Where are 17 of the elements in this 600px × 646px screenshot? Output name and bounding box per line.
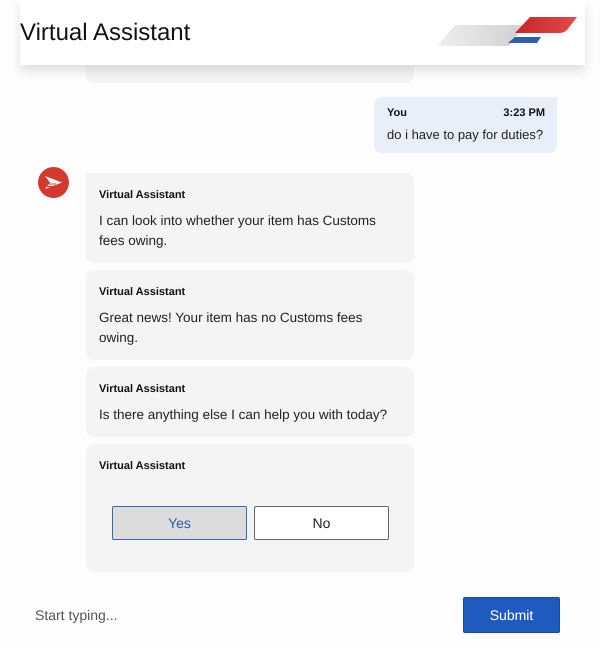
choice-button[interactable]: Yes (112, 506, 247, 540)
message-input[interactable]: Start typing... (33, 606, 337, 624)
logo-icon (437, 16, 577, 48)
sender-name: Virtual Assistant (99, 189, 186, 201)
sender-name: Virtual Assistant (99, 460, 186, 472)
sender-name: Virtual Assistant (99, 383, 186, 395)
sender-name: Virtual Assistant (99, 286, 186, 298)
message-text: Is there anything else I can help you with today? (99, 406, 388, 424)
bot-avatar-icon (38, 167, 69, 198)
choice-button[interactable]: No (254, 506, 389, 540)
window-title: Virtual Assistant (20, 18, 190, 46)
sender-name: You (387, 107, 407, 119)
submit-button[interactable]: Submit (463, 597, 560, 633)
message-time: 3:23 PM (503, 107, 545, 119)
message-text: I can look into whether your item has Customs fees owing. (99, 212, 377, 250)
message-text: do i have to pay for duties? (387, 126, 544, 144)
message-text: Great news! Your item has no Customs fees owing. (99, 309, 364, 347)
